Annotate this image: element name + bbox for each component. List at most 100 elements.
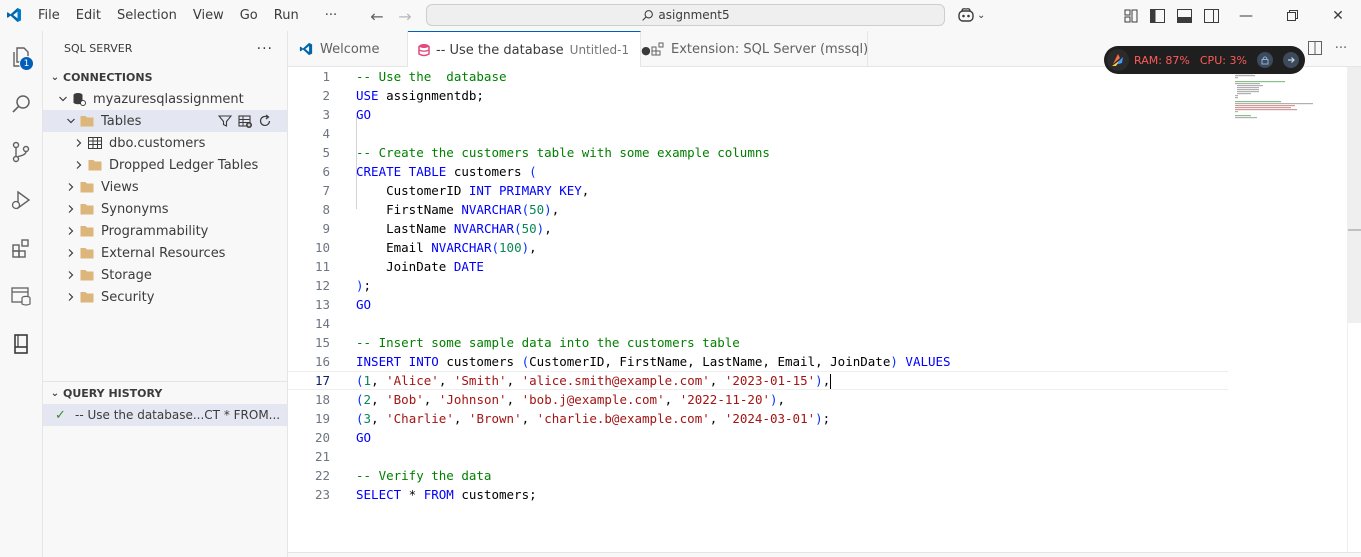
tab-welcome[interactable]: Welcome [288, 31, 408, 67]
source-control-icon[interactable] [7, 138, 35, 166]
run-debug-icon[interactable] [7, 186, 35, 214]
code-line[interactable]: 8 FirstName NVARCHAR(50), [288, 200, 1228, 219]
editor-scrollbar[interactable] [1347, 67, 1361, 552]
code-line[interactable]: 3 GO [288, 105, 1228, 124]
connections-label: CONNECTIONS [63, 70, 153, 84]
close-icon[interactable]: ✕ [1315, 0, 1361, 31]
table-icon [87, 135, 103, 151]
forward-arrow-icon[interactable]: → [396, 7, 414, 26]
code-line[interactable]: 21 [288, 447, 1228, 466]
back-arrow-icon[interactable]: ← [368, 7, 386, 26]
cursor-position-marker [1348, 229, 1361, 231]
menu-run[interactable]: Run [266, 0, 307, 31]
copilot-button[interactable]: ⌄ [957, 7, 985, 23]
code-line[interactable]: 14 [288, 314, 1228, 333]
code-line[interactable]: 1 -- Use the database [288, 67, 1228, 86]
toggle-secondary-sidebar-icon[interactable] [1203, 7, 1220, 24]
scrollbar-thumb[interactable] [1348, 67, 1361, 323]
code-line[interactable]: 10 Email NVARCHAR(100), [288, 238, 1228, 257]
query-history-header[interactable]: ⌄ QUERY HISTORY [43, 382, 287, 404]
tree-folder-synonyms[interactable]: Synonyms [43, 198, 287, 220]
code-token: , [664, 392, 680, 407]
lock-icon[interactable] [1256, 52, 1273, 68]
minimap[interactable] [1233, 71, 1315, 131]
code-line[interactable]: 7 CustomerID INT PRIMARY KEY, [288, 181, 1228, 200]
sql-server-icon[interactable] [7, 282, 35, 310]
code-text: GO [356, 107, 371, 122]
menu-edit[interactable]: Edit [68, 0, 109, 31]
search-icon[interactable] [7, 90, 35, 118]
code-line[interactable]: 13 GO [288, 295, 1228, 314]
code-line[interactable]: 11 JoinDate DATE [288, 257, 1228, 276]
menu-file[interactable]: File [30, 0, 68, 31]
tree-folder-storage[interactable]: Storage [43, 264, 287, 286]
code-line[interactable]: 9 LastName NVARCHAR(50), [288, 219, 1228, 238]
code-token: ( [521, 202, 530, 217]
restore-icon[interactable] [1269, 0, 1315, 31]
more-actions-icon[interactable]: ··· [1333, 40, 1349, 56]
menu-selection[interactable]: Selection [109, 0, 185, 31]
tree-server-node[interactable]: myazuresqlassignment [43, 88, 287, 110]
query-history-item[interactable]: ✓ -- Use the database...CT * FROM... [43, 404, 287, 426]
tree-folder-programmability[interactable]: Programmability [43, 220, 287, 242]
ram-usage: RAM: 87% [1134, 53, 1190, 67]
vscode-logo-icon [7, 8, 21, 22]
code-line[interactable]: 17 (1, 'Alice', 'Smith', 'alice.smith@exa… [288, 371, 1228, 390]
minimize-icon[interactable]: — [1223, 0, 1269, 31]
code-line[interactable]: 4 [288, 124, 1228, 143]
chevron-right-icon [71, 157, 87, 173]
query-history-text: -- Use the database...CT * FROM... [75, 408, 281, 422]
resource-monitor-widget[interactable]: RAM: 87% CPU: 3% [1104, 46, 1305, 74]
customize-layout-icon[interactable] [1122, 7, 1139, 24]
toggle-panel-icon[interactable] [1176, 7, 1193, 24]
chevron-down-icon [55, 91, 71, 107]
tree-tables-node[interactable]: Tables [43, 110, 287, 132]
tree-folder-security[interactable]: Security [43, 286, 287, 308]
menu-view[interactable]: View [185, 0, 232, 31]
code-line[interactable]: 12); [288, 276, 1228, 295]
folder-icon [79, 289, 95, 305]
menu-go[interactable]: Go [232, 0, 266, 31]
code-line[interactable]: 18 (2, 'Bob', 'Johnson', 'bob.j@example.c… [288, 390, 1228, 409]
line-number: 18 [314, 392, 330, 407]
line-number: 6 [322, 164, 330, 179]
sidebar-more-button[interactable]: ··· [257, 41, 273, 57]
tree-table-customers[interactable]: dbo.customers [43, 132, 287, 154]
code-line[interactable]: 22 -- Verify the data [288, 466, 1228, 485]
code-line[interactable]: 2 USE assignmentdb; [288, 86, 1228, 105]
code-line[interactable]: 15 -- Insert some sample data into the cu… [288, 333, 1228, 352]
line-number: 12 [314, 278, 330, 293]
notebook-icon[interactable] [7, 330, 35, 358]
code-token: '2024-03-01' [724, 411, 816, 426]
toggle-primary-sidebar-icon[interactable] [1149, 7, 1166, 24]
tab-extension-mssql[interactable]: Extension: SQL Server (mssql) [641, 31, 868, 67]
line-number: 1 [322, 69, 330, 84]
vscode-logo-icon [298, 41, 314, 57]
code-token: ( [491, 240, 500, 255]
filter-icon[interactable] [217, 113, 233, 129]
connections-section-header[interactable]: ⌄ CONNECTIONS [43, 66, 287, 88]
tree-folder-external-resources[interactable]: External Resources [43, 242, 287, 264]
split-editor-icon[interactable] [1307, 40, 1323, 56]
tab-untitled-query[interactable]: -- Use the database Untitled-1 ● [408, 31, 651, 68]
refresh-icon[interactable] [257, 113, 273, 129]
code-text: CREATE TABLE customers ( [356, 164, 537, 179]
command-center-search[interactable]: asignment5 [426, 4, 945, 26]
code-token: NVARCHAR [431, 240, 492, 255]
tab-label: Welcome [320, 41, 380, 57]
code-line[interactable]: 6 CREATE TABLE customers ( [288, 162, 1228, 181]
extensions-icon[interactable] [7, 234, 35, 262]
code-line[interactable]: 5 -- Create the customers table with some… [288, 143, 1228, 162]
arrow-right-icon[interactable] [1282, 52, 1299, 68]
code-token: , [506, 392, 522, 407]
tree-folder-views[interactable]: Views [43, 176, 287, 198]
code-editor[interactable]: 1 -- Use the database 2 USE assignmentdb; 3 G… [288, 67, 1361, 552]
code-line[interactable]: 16 INSERT INTO customers (CustomerID, Fir… [288, 352, 1228, 371]
code-line[interactable]: 19 (3, 'Charlie', 'Brown', 'charlie.b@exa… [288, 409, 1228, 428]
new-table-icon[interactable] [237, 113, 253, 129]
menu-more[interactable]: ··· [307, 0, 345, 31]
code-line[interactable]: 23 SELECT * FROM customers; [288, 485, 1228, 504]
line-number: 20 [314, 430, 330, 445]
code-line[interactable]: 20 GO [288, 428, 1228, 447]
tree-dropped-ledger-node[interactable]: Dropped Ledger Tables [43, 154, 287, 176]
